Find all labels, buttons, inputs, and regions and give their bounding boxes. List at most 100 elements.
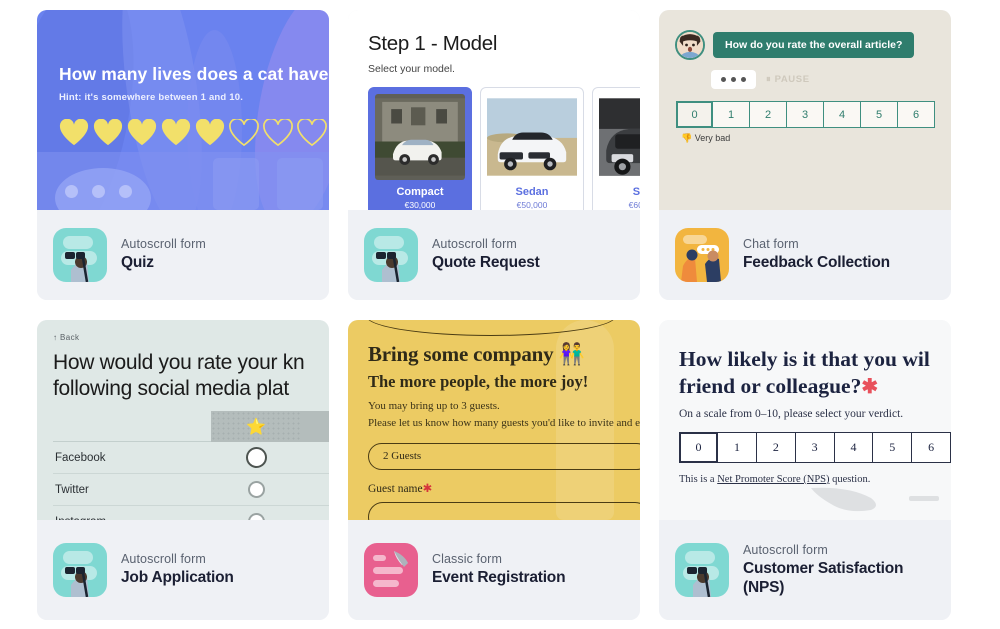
event-registration-preview[interactable]: Bring some company 👫 The more people, th… (348, 320, 640, 520)
rating-option-3[interactable]: 3 (787, 101, 824, 128)
template-card-quote-request[interactable]: Step 1 - Model Select your model. Compac… (348, 10, 640, 300)
quiz-preview[interactable]: How many lives does a cat have?✳ Hint: i… (37, 10, 329, 210)
rating-matrix[interactable]: ⭐ Facebook Twitter Instagram (53, 411, 329, 520)
event-heading-text: Bring some company (368, 342, 554, 366)
nps-option-1[interactable]: 1 (718, 431, 757, 463)
chat-question-bubble: How do you rate the overall article? (713, 32, 915, 58)
model-option-sedan[interactable]: Sedan €50,000 (480, 87, 584, 210)
matrix-column-star-2 (301, 411, 329, 443)
heart-rating-scale[interactable] (59, 119, 329, 147)
template-card-job-application[interactable]: ↑ Back How would you rate your kn follow… (37, 320, 329, 620)
heart-icon-filled[interactable] (161, 119, 191, 147)
people-icon: 👫 (558, 342, 585, 366)
card-title: Event Registration (432, 569, 566, 587)
model-option-suv[interactable]: SUV €60,000 (592, 87, 640, 210)
heart-icon-filled[interactable] (195, 119, 225, 147)
nps-option-6[interactable]: 6 (912, 431, 951, 463)
step-subtitle: Select your model. (368, 63, 455, 75)
event-subheading: The more people, the more joy! (368, 372, 589, 391)
heart-icon-outline[interactable] (297, 119, 327, 147)
radio-button[interactable] (247, 481, 265, 499)
heart-icon-outline[interactable] (263, 119, 293, 147)
back-link[interactable]: ↑ Back (53, 333, 329, 342)
nps-option-0[interactable]: 0 (679, 431, 719, 463)
scale-low-label: 👎 Very bad (681, 133, 951, 144)
nps-subtitle: On a scale from 0–10, please select your… (679, 407, 904, 420)
radio-button[interactable] (247, 513, 265, 520)
heart-icon-filled[interactable] (127, 119, 157, 147)
decorative-dot (119, 185, 132, 198)
card-kind-label: Chat form (743, 237, 799, 252)
nps-option-4[interactable]: 4 (834, 431, 874, 463)
model-price: €30,000 (404, 200, 436, 210)
quiz-question-text: How many lives does a cat have? (59, 64, 329, 84)
binoculars-person-icon (675, 543, 729, 597)
model-image-compact (375, 94, 465, 180)
template-card-customer-satisfaction-nps[interactable]: How likely is it that you wil friend or … (659, 320, 951, 620)
model-name: SUV (632, 186, 640, 198)
rating-option-5[interactable]: 5 (861, 101, 898, 128)
card-footer: Classic form Event Registration (348, 520, 640, 620)
model-name: Compact (396, 186, 444, 198)
rating-option-0[interactable]: 0 (676, 101, 713, 128)
pause-icon: ⏸ (766, 74, 772, 85)
card-kind-label: Classic form (432, 552, 502, 567)
binoculars-person-icon (53, 228, 107, 282)
rating-option-2[interactable]: 2 (750, 101, 787, 128)
matrix-column-star: ⭐ (211, 411, 301, 443)
heart-icon-outline[interactable] (229, 119, 259, 147)
template-card-event-registration[interactable]: Bring some company 👫 The more people, th… (348, 320, 640, 620)
nps-option-3[interactable]: 3 (795, 431, 835, 463)
nps-title-line2-wrap: friend or colleague?✱ (679, 373, 951, 400)
template-card-quiz[interactable]: How many lives does a cat have?✳ Hint: i… (37, 10, 329, 300)
binoculars-person-icon (53, 543, 107, 597)
matrix-row-instagram[interactable]: Instagram (53, 506, 329, 520)
rating-scale[interactable]: 0 1 2 3 4 5 6 (676, 101, 951, 128)
nps-scale[interactable]: 0 1 2 3 4 5 6 (679, 431, 951, 463)
nps-note-prefix: This is a (679, 473, 718, 485)
card-kind-label: Autoscroll form (121, 552, 206, 567)
matrix-row-twitter[interactable]: Twitter (53, 474, 329, 507)
guest-name-label: Guest name✱ (368, 481, 640, 495)
matrix-row-label: Instagram (53, 516, 211, 520)
event-body-line2: Please let us know how many guests you'd… (368, 416, 640, 429)
rating-option-6[interactable]: 6 (898, 101, 935, 128)
card-footer: Autoscroll form Job Application (37, 520, 329, 620)
card-kind-label: Autoscroll form (743, 543, 828, 558)
rating-option-4[interactable]: 4 (824, 101, 861, 128)
feedback-collection-preview[interactable]: How do you rate the overall article? ⏸ P… (659, 10, 951, 210)
matrix-header: ⭐ (53, 411, 329, 443)
model-image-sedan (487, 94, 577, 180)
guests-count-value: 2 Guests (383, 450, 422, 463)
guests-count-input[interactable]: 2 Guests (368, 442, 640, 470)
model-option-compact[interactable]: Compact €30,000 (368, 87, 472, 210)
decorative-square (213, 158, 259, 210)
heart-icon-filled[interactable] (59, 119, 89, 147)
nps-option-2[interactable]: 2 (756, 431, 796, 463)
guest-name-input[interactable] (368, 501, 640, 520)
typing-indicator (711, 70, 756, 89)
nps-preview[interactable]: How likely is it that you wil friend or … (659, 320, 951, 520)
decorative-square (277, 158, 323, 210)
card-title: Quiz (121, 254, 154, 272)
matrix-title-line2: following social media plat (53, 376, 289, 400)
pause-button[interactable]: ⏸ PAUSE (766, 74, 810, 85)
heart-icon-filled[interactable] (93, 119, 123, 147)
job-application-preview[interactable]: ↑ Back How would you rate your kn follow… (37, 320, 329, 520)
matrix-title-line1: How would you rate your kn (53, 351, 305, 374)
model-name: Sedan (515, 186, 549, 198)
model-price: €50,000 (516, 200, 548, 210)
rating-option-1[interactable]: 1 (713, 101, 750, 128)
quote-request-preview[interactable]: Step 1 - Model Select your model. Compac… (348, 10, 640, 210)
nps-option-5[interactable]: 5 (873, 431, 913, 463)
required-asterisk-icon: ✱ (861, 375, 879, 398)
card-title: Quote Request (432, 254, 540, 272)
card-title: Feedback Collection (743, 254, 890, 272)
model-options[interactable]: Compact €30,000 Sedan €50,000 S €6 (368, 87, 640, 210)
template-card-feedback-collection[interactable]: How do you rate the overall article? ⏸ P… (659, 10, 951, 300)
binoculars-person-icon (364, 228, 418, 282)
card-footer: Chat form Feedback Collection (659, 210, 951, 300)
form-lines-icon (364, 543, 418, 597)
radio-button[interactable] (245, 447, 267, 469)
matrix-row-facebook[interactable]: Facebook (53, 442, 329, 475)
